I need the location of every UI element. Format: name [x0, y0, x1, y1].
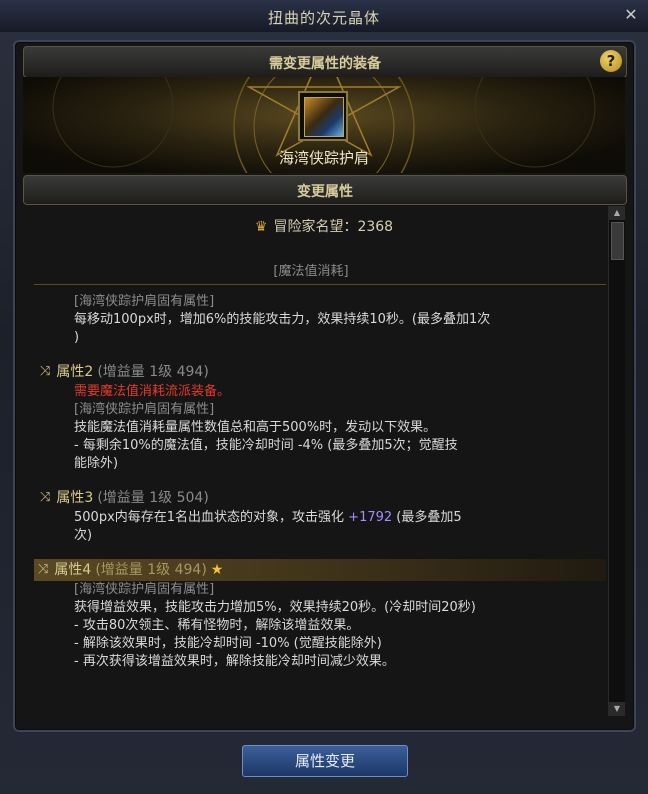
property-4-fixed-tag: [海湾侠踪护肩固有属性] [74, 582, 215, 597]
property-3-line2: 次) [74, 528, 93, 543]
property-3-line1-tail: (最多叠加5 [392, 510, 462, 525]
fame-crest-icon: ♛ [254, 219, 268, 235]
property-list[interactable]: [海湾侠踪护肩固有属性] 每移动100px时，增加6%的技能攻击力，效果持续10… [34, 284, 606, 716]
property-3-name: 属性3 [56, 490, 94, 506]
property-4-line1: 获得增益效果，技能攻击力增加5%，效果持续20秒。(冷却时间20秒) [74, 600, 476, 615]
property-4-level: (增益量 1级 494) [95, 562, 207, 578]
title-bar: 扭曲的次元晶体 ✕ [0, 0, 648, 33]
property-4-header-selected[interactable]: ⤨ 属性4 (增益量 1级 494) ★ [34, 559, 606, 581]
property-2-fixed-tag: [海湾侠踪护肩固有属性] [74, 402, 215, 417]
help-icon[interactable]: ? [600, 50, 622, 72]
shuffle-icon: ⤨ [40, 364, 51, 379]
shuffle-icon: ⤨ [38, 562, 49, 577]
window-title: 扭曲的次元晶体 [267, 9, 380, 27]
item-icon-art [304, 97, 344, 137]
property-3-desc: 500px内每存在1名出血状态的对象，攻击强化 +1792 (最多叠加5 次) [40, 509, 606, 545]
shuffle-icon: ⤨ [40, 490, 51, 505]
equipment-header: 需变更属性的装备 [23, 46, 627, 78]
fame-row: ♛ 冒险家名望：2368 [0, 216, 648, 236]
mp-cost-category: [魔法值消耗] [273, 264, 349, 279]
close-icon[interactable]: ✕ [622, 6, 640, 24]
property-1-desc: [海湾侠踪护肩固有属性] 每移动100px时，增加6%的技能攻击力，效果持续10… [34, 293, 606, 347]
property-3-line1-text: 500px内每存在1名出血状态的对象，攻击强化 [74, 510, 349, 525]
attack-boost-value: +1792 [348, 510, 393, 525]
property-2-line1: 技能魔法值消耗量属性数值总和高于500%时，发动以下效果。 [74, 420, 437, 435]
property-2-level: (增益量 1级 494) [97, 364, 209, 380]
star-icon: ★ [210, 562, 224, 578]
equipment-header-label: 需变更属性的装备 [269, 56, 381, 72]
shoulder-armor-icon[interactable] [298, 91, 348, 141]
property-1-fixed-tag: [海湾侠踪护肩固有属性] [74, 294, 215, 309]
property-4-line3: - 解除该效果时，技能冷却时间 -10% (觉醒技能除外) [74, 636, 382, 651]
property-4-name: 属性4 [54, 562, 92, 578]
property-4-line2: - 攻击80次领主、稀有怪物时，解除该增益效果。 [74, 618, 360, 633]
item-name: 海湾侠踪护肩 [278, 149, 369, 167]
scroll-down-icon[interactable]: ▼ [609, 702, 625, 716]
property-4-line4: - 再次获得该增益效果时，解除技能冷却时间减少效果。 [74, 654, 395, 669]
change-attributes-header: 变更属性 [23, 175, 627, 205]
change-attribute-button[interactable]: 属性变更 [242, 745, 408, 777]
property-2-requirement: 需要魔法值消耗流派装备。 [74, 384, 231, 399]
property-3-level: (增益量 1级 504) [97, 490, 209, 506]
property-2-desc: 需要魔法值消耗流派装备。 [海湾侠踪护肩固有属性] 技能魔法值消耗量属性数值总和… [40, 383, 606, 473]
property-2-header: ⤨ 属性2 (增益量 1级 494) [40, 363, 606, 381]
property-list-scrollbar[interactable]: ▲ ▼ [608, 206, 625, 716]
property-2-line3: 能除外) [74, 456, 119, 471]
clipped-row-divider [34, 284, 606, 289]
property-3-line1: 500px内每存在1名出血状态的对象，攻击强化 +1792 (最多叠加5 [74, 509, 606, 527]
property-3[interactable]: ⤨ 属性3 (增益量 1级 504) 500px内每存在1名出血状态的对象，攻击… [40, 489, 606, 545]
property-2-name: 属性2 [56, 364, 94, 380]
fame-label: 冒险家名望：2368 [273, 219, 394, 235]
property-2[interactable]: ⤨ 属性2 (增益量 1级 494) 需要魔法值消耗流派装备。 [海湾侠踪护肩固… [40, 363, 606, 473]
property-1-line2: ) [74, 330, 80, 345]
scroll-up-icon[interactable]: ▲ [609, 206, 625, 220]
change-attributes-label: 变更属性 [297, 184, 353, 200]
property-1-line1: 每移动100px时，增加6%的技能攻击力，效果持续10秒。(最多叠加1次 [74, 312, 491, 327]
scroll-thumb[interactable] [611, 222, 624, 260]
property-3-header: ⤨ 属性3 (增益量 1级 504) [40, 489, 606, 507]
property-4-desc: [海湾侠踪护肩固有属性] 获得增益效果，技能攻击力增加5%，效果持续20秒。(冷… [34, 581, 606, 671]
property-2-line2: - 每剩余10%的魔法值，技能冷却时间 -4% (最多叠加5次；觉醒技 [74, 438, 458, 453]
